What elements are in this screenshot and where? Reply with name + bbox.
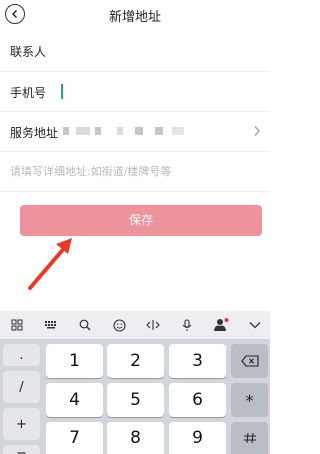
service-address-row[interactable]: 服务地址 bbox=[0, 112, 270, 152]
side-key-slash[interactable]: / bbox=[3, 371, 40, 403]
red-arrow-annotation bbox=[28, 238, 72, 290]
header: 新增地址 bbox=[0, 0, 270, 30]
contact-row[interactable]: 联系人 bbox=[0, 30, 270, 72]
service-address-label: 服务地址 bbox=[10, 126, 59, 140]
key-3[interactable]: 3 bbox=[169, 344, 226, 378]
key-7[interactable]: 7 bbox=[46, 422, 103, 454]
cursor-move-icon[interactable] bbox=[144, 317, 162, 333]
side-key-dot[interactable]: . bbox=[3, 344, 40, 366]
key-9[interactable]: 9 bbox=[169, 422, 226, 454]
emoji-icon[interactable] bbox=[110, 317, 128, 333]
key-2[interactable]: 2 bbox=[107, 344, 164, 378]
key-hash[interactable] bbox=[231, 422, 268, 454]
search-icon[interactable] bbox=[76, 317, 94, 333]
chevron-right-icon bbox=[254, 126, 260, 136]
keyboard-icon[interactable] bbox=[42, 317, 60, 333]
detail-address-input[interactable]: 请填写详细地址:如街道/楼牌号等 bbox=[10, 163, 171, 179]
contact-label: 联系人 bbox=[10, 45, 47, 59]
phone-label: 手机号 bbox=[10, 86, 47, 100]
key-1[interactable]: 1 bbox=[46, 344, 103, 378]
hash-icon bbox=[243, 433, 256, 443]
grid-icon[interactable] bbox=[8, 317, 26, 333]
phone-row[interactable]: 手机号 bbox=[0, 72, 270, 112]
backspace-icon bbox=[240, 355, 259, 367]
key-8[interactable]: 8 bbox=[107, 422, 164, 454]
key-star[interactable]: * bbox=[231, 383, 268, 417]
keyboard-toolbar bbox=[0, 311, 270, 339]
page-title: 新增地址 bbox=[108, 10, 161, 25]
key-5[interactable]: 5 bbox=[107, 383, 164, 417]
text-cursor bbox=[61, 84, 63, 99]
numeric-keyboard: . / + − 1 2 3 4 5 6 7 8 9 * bbox=[0, 311, 270, 454]
collapse-icon[interactable] bbox=[246, 317, 264, 333]
side-key-plus[interactable]: + bbox=[3, 408, 40, 440]
backspace-key[interactable] bbox=[231, 344, 268, 378]
microphone-icon[interactable] bbox=[178, 317, 196, 333]
detail-address-row[interactable]: 请填写详细地址:如街道/楼牌号等 bbox=[0, 152, 270, 192]
side-key-minus[interactable]: − bbox=[3, 445, 40, 454]
key-6[interactable]: 6 bbox=[169, 383, 226, 417]
avatar-icon[interactable] bbox=[212, 317, 230, 333]
key-4[interactable]: 4 bbox=[46, 383, 103, 417]
